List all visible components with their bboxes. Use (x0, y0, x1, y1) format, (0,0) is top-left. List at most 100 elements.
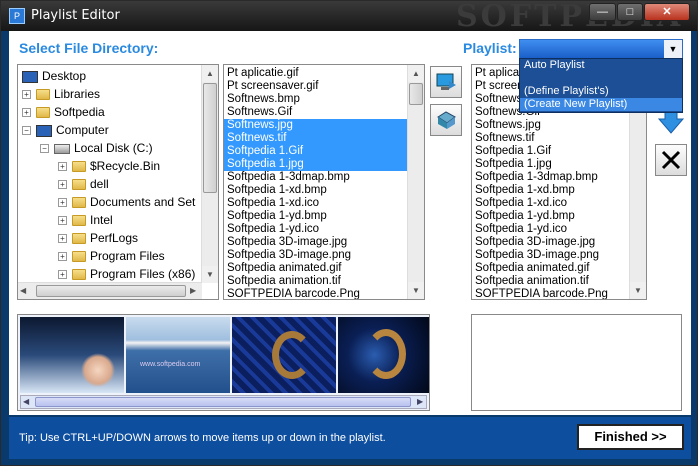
title-bar[interactable]: P Playlist Editor SOFTPEDIA — □ ✕ (1, 0, 697, 34)
playlist-item[interactable]: Softpedia 1-yd.ico (472, 223, 629, 236)
scroll-thumb[interactable] (203, 83, 217, 193)
playlist-item[interactable]: Softpedia 3D-image.png (472, 249, 629, 262)
file-list-item[interactable]: Softnews.bmp (224, 93, 407, 106)
scroll-down-icon[interactable]: ▼ (630, 282, 646, 299)
folder-icon (36, 89, 50, 101)
expand-icon[interactable]: + (58, 198, 67, 208)
dropdown-option[interactable]: (Define Playlist's) (520, 85, 682, 98)
playlist-dropdown-menu[interactable]: Auto Playlist (Define Playlist's) (Create … (519, 58, 683, 113)
playlist-item[interactable]: Softpedia 1.Gif (472, 145, 629, 158)
expand-icon[interactable]: + (22, 90, 31, 100)
expand-icon[interactable]: + (58, 216, 67, 226)
tree-node[interactable]: − Computer (22, 121, 109, 139)
playlist-label: Playlist: (463, 40, 517, 56)
expand-icon[interactable]: + (58, 252, 67, 262)
close-button[interactable]: ✕ (644, 3, 690, 21)
finished-button[interactable]: Finished >> (577, 424, 684, 450)
tree-node-label: Libraries (54, 87, 101, 101)
expand-icon[interactable]: − (40, 144, 49, 154)
tree-node[interactable]: + Libraries (22, 85, 100, 103)
directory-tree[interactable]: Desktop + Libraries + Softpedia − Computer − Loc… (17, 64, 219, 300)
file-list-item[interactable]: Softpedia animation.tif (224, 275, 407, 288)
thumbnail-image[interactable] (20, 317, 124, 393)
file-list-item[interactable]: Softpedia 1-3dmap.bmp (224, 171, 407, 184)
thumbnail-image[interactable] (338, 317, 429, 393)
tree-node[interactable]: Desktop (22, 67, 86, 85)
file-list-item[interactable]: Softnews.tif (224, 132, 407, 145)
expand-icon[interactable]: + (58, 180, 67, 190)
scroll-down-icon[interactable]: ▼ (408, 282, 424, 299)
tree-vertical-scrollbar[interactable]: ▲ ▼ (201, 65, 218, 283)
add-to-playlist-button[interactable] (430, 66, 462, 98)
file-list-scrollbar[interactable]: ▲ ▼ (407, 65, 424, 299)
tree-horizontal-scrollbar[interactable]: ◀ ▶ (18, 282, 202, 299)
scroll-down-icon[interactable]: ▼ (202, 266, 218, 283)
tree-node-label: Documents and Set (90, 195, 196, 209)
expand-icon[interactable]: − (22, 126, 31, 136)
file-list-item[interactable]: Softpedia 1.jpg (224, 158, 407, 171)
playlist-item[interactable]: Softpedia animated.gif (472, 262, 629, 275)
monitor-icon (22, 70, 38, 83)
playlist-item[interactable]: Softpedia 3D-image.jpg (472, 236, 629, 249)
file-list-item[interactable]: Softnews.Gif (224, 106, 407, 119)
file-list-item[interactable]: Softpedia 1-yd.ico (224, 223, 407, 236)
playlist-item[interactable]: Softnews.tif (472, 132, 629, 145)
dropdown-option[interactable] (520, 72, 682, 85)
playlist-item[interactable]: Softpedia 1-3dmap.bmp (472, 171, 629, 184)
tree-node[interactable]: + PerfLogs (58, 229, 138, 247)
thumbnail-strip[interactable]: www.softpedia.com ◀ ▶ (17, 314, 430, 411)
tree-node[interactable]: + Documents and Set (58, 193, 195, 211)
playlist-item[interactable]: Softpedia 1-yd.bmp (472, 210, 629, 223)
tree-node[interactable]: + Intel (58, 211, 113, 229)
scroll-up-icon[interactable]: ▲ (408, 65, 424, 82)
playlist-item[interactable]: Softpedia 1-xd.ico (472, 197, 629, 210)
tree-node[interactable]: + dell (58, 175, 109, 193)
tree-node[interactable]: + Program Files (x86) (58, 265, 195, 283)
playlist-dropdown[interactable]: ▼ (519, 39, 683, 59)
file-list-item[interactable]: Softpedia 1.Gif (224, 145, 407, 158)
add-selected-button[interactable] (430, 104, 462, 136)
thumbnail-image[interactable] (232, 317, 336, 393)
file-list-item[interactable]: Pt aplicatie.gif (224, 67, 407, 80)
tree-node-label: Local Disk (C:) (74, 141, 153, 155)
scroll-thumb[interactable] (409, 83, 423, 105)
tree-node[interactable]: + Program Files (58, 247, 165, 265)
expand-icon[interactable]: + (58, 162, 67, 172)
dropdown-option[interactable]: (Create New Playlist) (520, 98, 682, 111)
file-list-item[interactable]: Softpedia animated.gif (224, 262, 407, 275)
file-list-item[interactable]: SOFTPEDIA barcode.Png (224, 288, 407, 299)
minimize-button[interactable]: — (589, 3, 616, 21)
file-list-item[interactable]: Softpedia 1-xd.bmp (224, 184, 407, 197)
playlist-item[interactable]: Softpedia 1-xd.bmp (472, 184, 629, 197)
dropdown-option[interactable]: Auto Playlist (520, 59, 682, 72)
expand-icon[interactable]: + (58, 270, 67, 280)
tree-node[interactable]: + Softpedia (22, 103, 105, 121)
folder-icon (72, 269, 86, 281)
playlist-item[interactable]: SOFTPEDIA barcode.Png (472, 288, 629, 299)
tree-node[interactable]: − Local Disk (C:) (40, 139, 153, 157)
tree-node-label: Computer (56, 123, 109, 137)
file-list-item[interactable]: Softpedia 3D-image.png (224, 249, 407, 262)
remove-button[interactable] (655, 144, 687, 176)
file-list[interactable]: Pt aplicatie.gif Pt screensaver.gif Softne… (223, 64, 425, 300)
playlist-item[interactable]: Softnews.jpg (472, 119, 629, 132)
playlist-item[interactable]: Softpedia 1.jpg (472, 158, 629, 171)
chevron-down-icon[interactable]: ▼ (664, 40, 682, 58)
file-list-item[interactable]: Softnews.jpg (224, 119, 407, 132)
thumbnail-image[interactable]: www.softpedia.com (126, 317, 230, 393)
file-list-item[interactable]: Softpedia 1-yd.bmp (224, 210, 407, 223)
folder-icon (72, 215, 86, 227)
playlist-item[interactable]: Softpedia animation.tif (472, 275, 629, 288)
expand-icon[interactable]: + (22, 108, 31, 118)
folder-icon (72, 251, 86, 263)
scroll-up-icon[interactable]: ▲ (202, 65, 218, 82)
file-list-item[interactable]: Softpedia 3D-image.jpg (224, 236, 407, 249)
tree-node-label: Softpedia (54, 105, 105, 119)
file-list-item[interactable]: Pt screensaver.gif (224, 80, 407, 93)
file-list-item[interactable]: Softpedia 1-xd.ico (224, 197, 407, 210)
app-icon: P (9, 8, 25, 24)
thumbnail-scrollbar[interactable]: ◀ ▶ (20, 395, 427, 409)
maximize-button[interactable]: □ (617, 3, 643, 21)
tree-node[interactable]: + $Recycle.Bin (58, 157, 160, 175)
expand-icon[interactable]: + (58, 234, 67, 244)
